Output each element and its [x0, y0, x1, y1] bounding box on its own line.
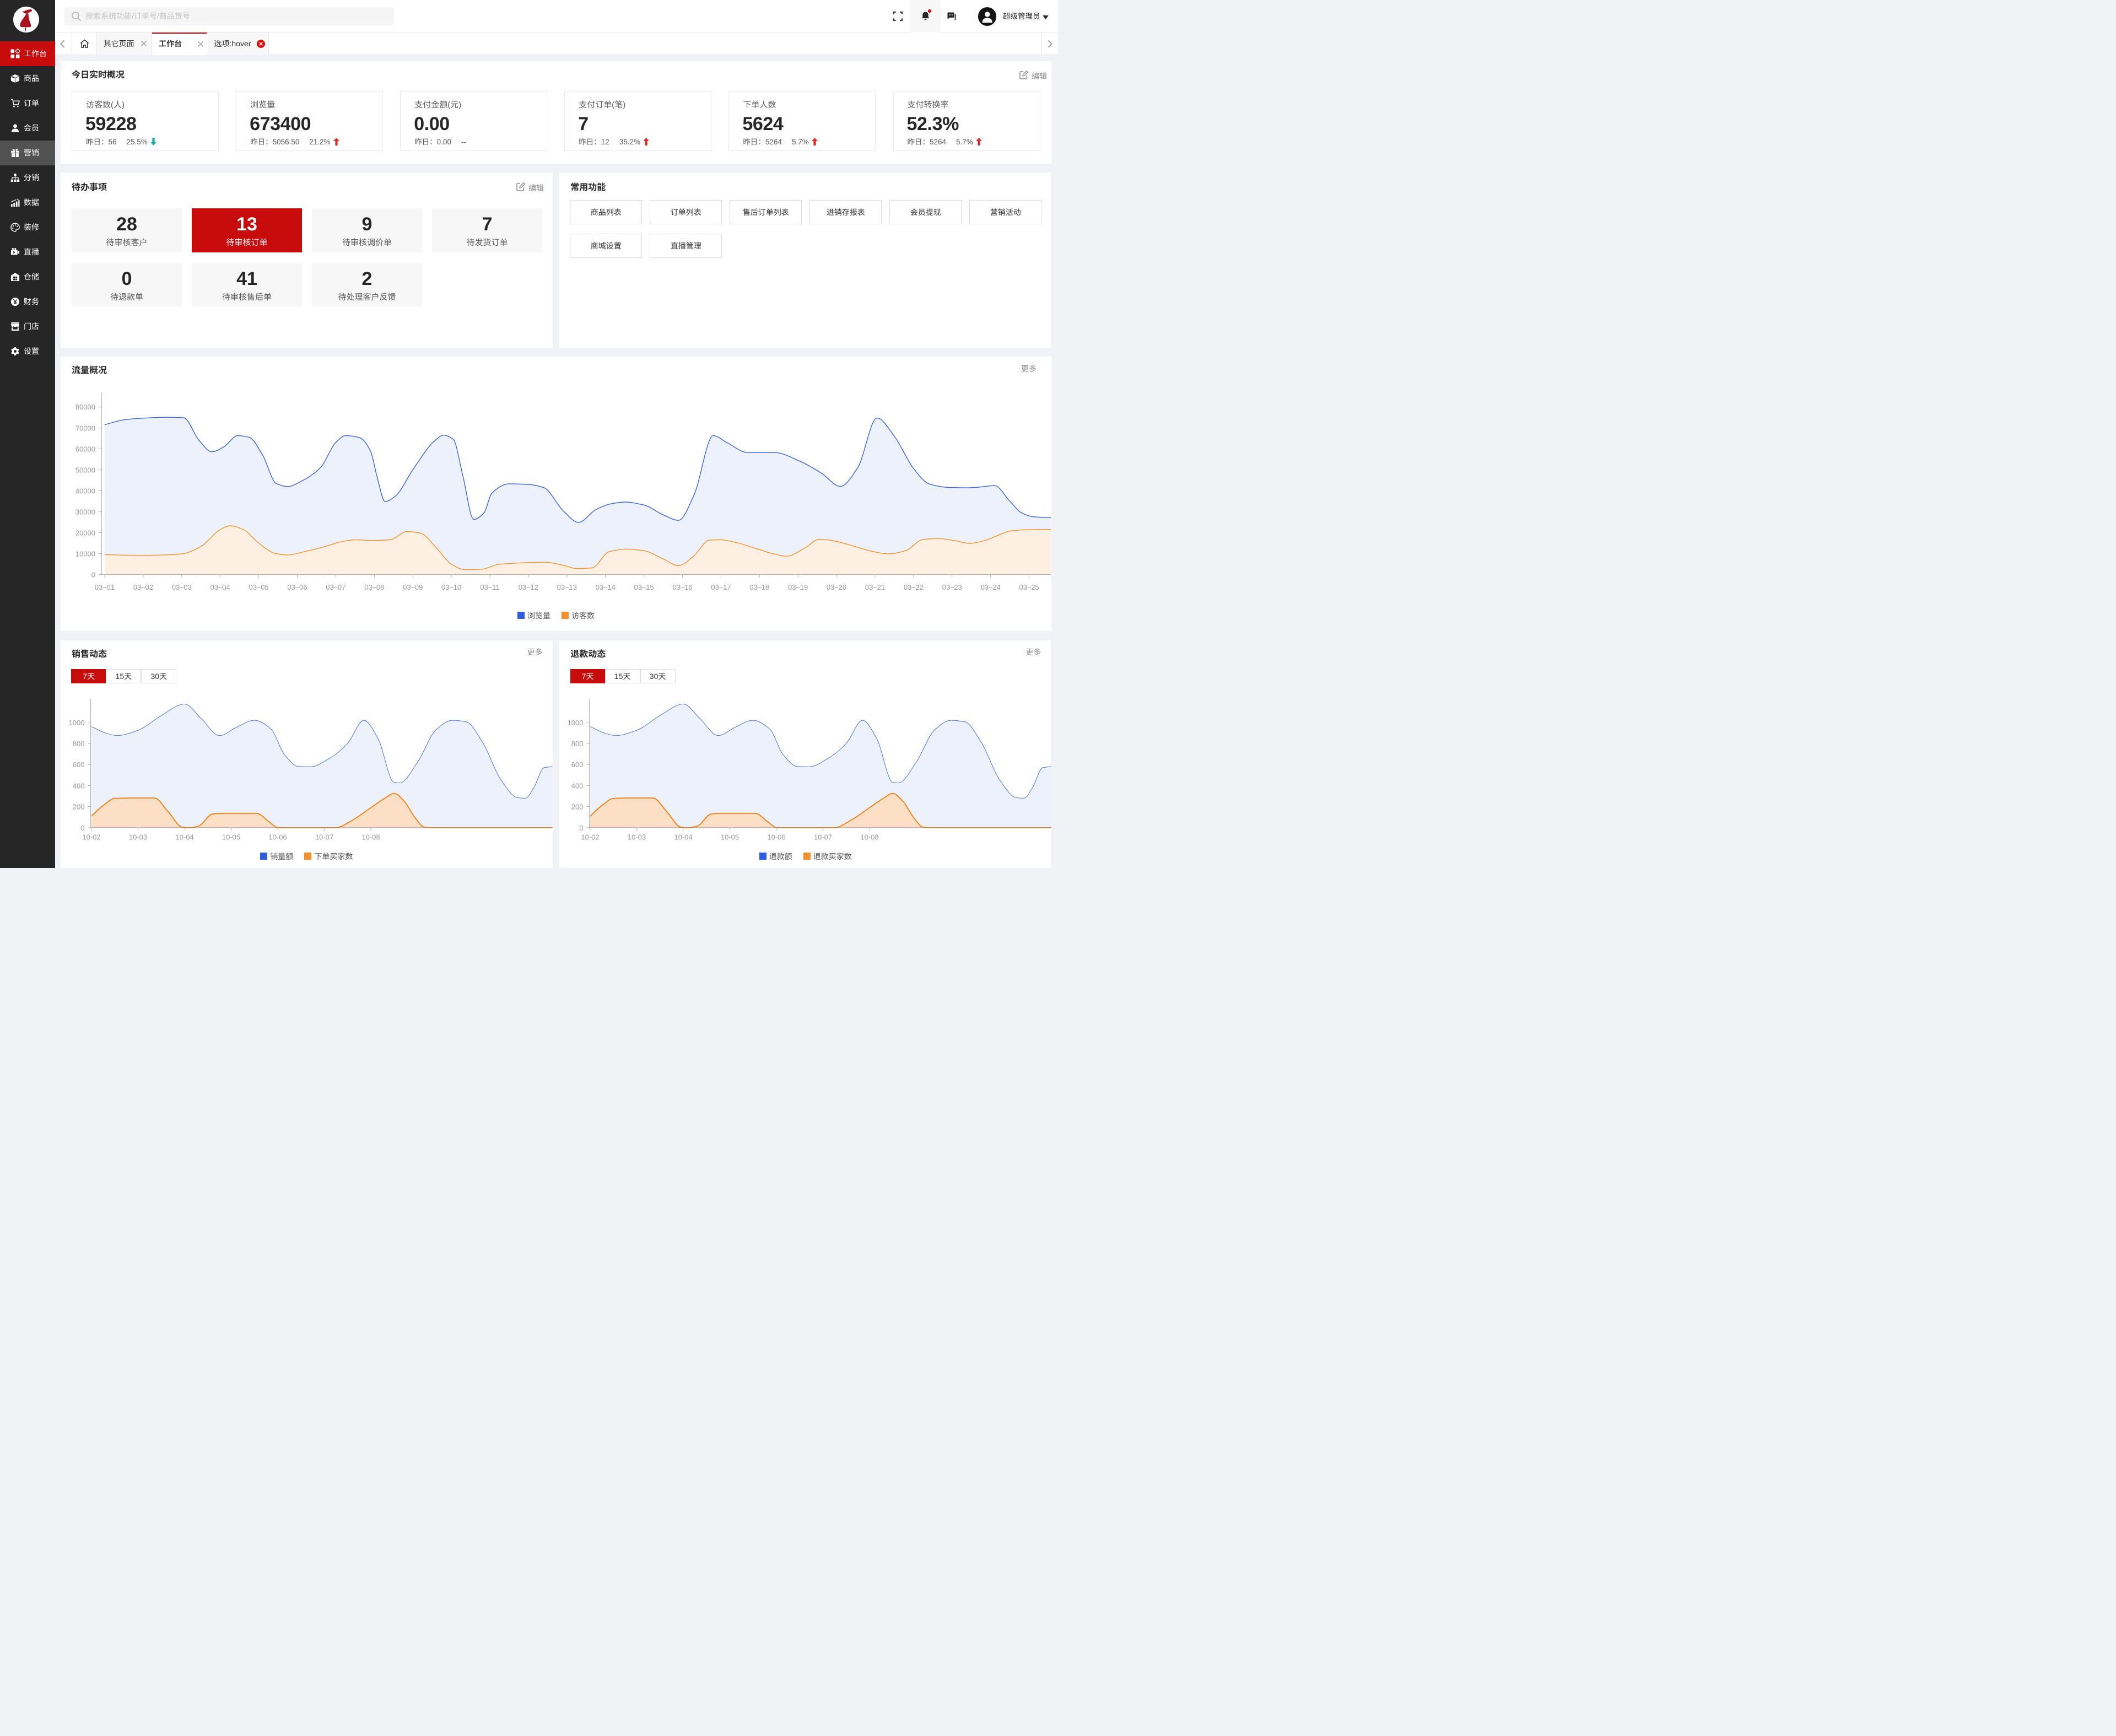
- svg-text:10-05: 10-05: [721, 833, 739, 841]
- svg-text:10-05: 10-05: [222, 833, 240, 841]
- svg-text:03–15: 03–15: [634, 583, 654, 591]
- svg-text:03–14: 03–14: [596, 583, 616, 591]
- svg-text:03–24: 03–24: [981, 583, 1001, 591]
- svg-text:03–22: 03–22: [904, 583, 924, 591]
- svg-text:600: 600: [571, 761, 584, 769]
- svg-text:03–07: 03–07: [326, 583, 346, 591]
- svg-text:10-06: 10-06: [768, 833, 786, 841]
- svg-text:03–19: 03–19: [788, 583, 808, 591]
- svg-text:03–16: 03–16: [672, 583, 692, 591]
- svg-text:03–02: 03–02: [133, 583, 153, 591]
- svg-text:800: 800: [571, 740, 584, 748]
- svg-text:03–01: 03–01: [95, 583, 115, 591]
- svg-text:20000: 20000: [75, 529, 95, 537]
- svg-text:03–21: 03–21: [865, 583, 885, 591]
- svg-text:70000: 70000: [75, 424, 95, 432]
- svg-text:10-07: 10-07: [315, 833, 333, 841]
- svg-text:10-08: 10-08: [361, 833, 380, 841]
- svg-text:03–12: 03–12: [519, 583, 538, 591]
- svg-text:03–25: 03–25: [1019, 583, 1039, 591]
- svg-text:03–08: 03–08: [364, 583, 384, 591]
- svg-text:03–03: 03–03: [172, 583, 192, 591]
- svg-text:10-04: 10-04: [175, 833, 193, 841]
- svg-text:30000: 30000: [75, 508, 95, 516]
- svg-text:03–20: 03–20: [827, 583, 846, 591]
- svg-text:10-02: 10-02: [581, 833, 600, 841]
- svg-text:03–11: 03–11: [480, 583, 499, 591]
- svg-text:10-07: 10-07: [814, 833, 832, 841]
- svg-text:03–13: 03–13: [557, 583, 577, 591]
- svg-text:1000: 1000: [568, 718, 584, 726]
- svg-text:03–17: 03–17: [711, 583, 731, 591]
- svg-text:800: 800: [73, 740, 85, 748]
- svg-text:400: 400: [571, 781, 584, 790]
- svg-text:40000: 40000: [75, 487, 95, 495]
- svg-text:03–09: 03–09: [403, 583, 423, 591]
- svg-text:03–06: 03–06: [287, 583, 307, 591]
- svg-text:10-03: 10-03: [129, 833, 147, 841]
- svg-text:80000: 80000: [75, 403, 95, 411]
- svg-text:03–10: 03–10: [441, 583, 461, 591]
- svg-text:1000: 1000: [69, 718, 85, 726]
- svg-text:03–23: 03–23: [942, 583, 962, 591]
- svg-text:03–18: 03–18: [749, 583, 769, 591]
- svg-text:0: 0: [80, 823, 84, 832]
- svg-text:10000: 10000: [75, 550, 95, 558]
- svg-text:200: 200: [73, 802, 85, 811]
- svg-text:10-04: 10-04: [674, 833, 693, 841]
- svg-text:03–05: 03–05: [249, 583, 269, 591]
- svg-text:03–04: 03–04: [210, 583, 230, 591]
- svg-text:200: 200: [571, 802, 584, 811]
- svg-text:10-03: 10-03: [628, 833, 646, 841]
- svg-text:10-06: 10-06: [268, 833, 287, 841]
- svg-text:0: 0: [91, 571, 95, 579]
- svg-text:400: 400: [73, 781, 85, 790]
- svg-text:10-02: 10-02: [82, 833, 100, 841]
- svg-text:60000: 60000: [75, 445, 95, 453]
- svg-text:0: 0: [580, 823, 584, 832]
- svg-text:600: 600: [73, 761, 85, 769]
- svg-text:10-08: 10-08: [861, 833, 879, 841]
- svg-text:50000: 50000: [75, 466, 95, 474]
